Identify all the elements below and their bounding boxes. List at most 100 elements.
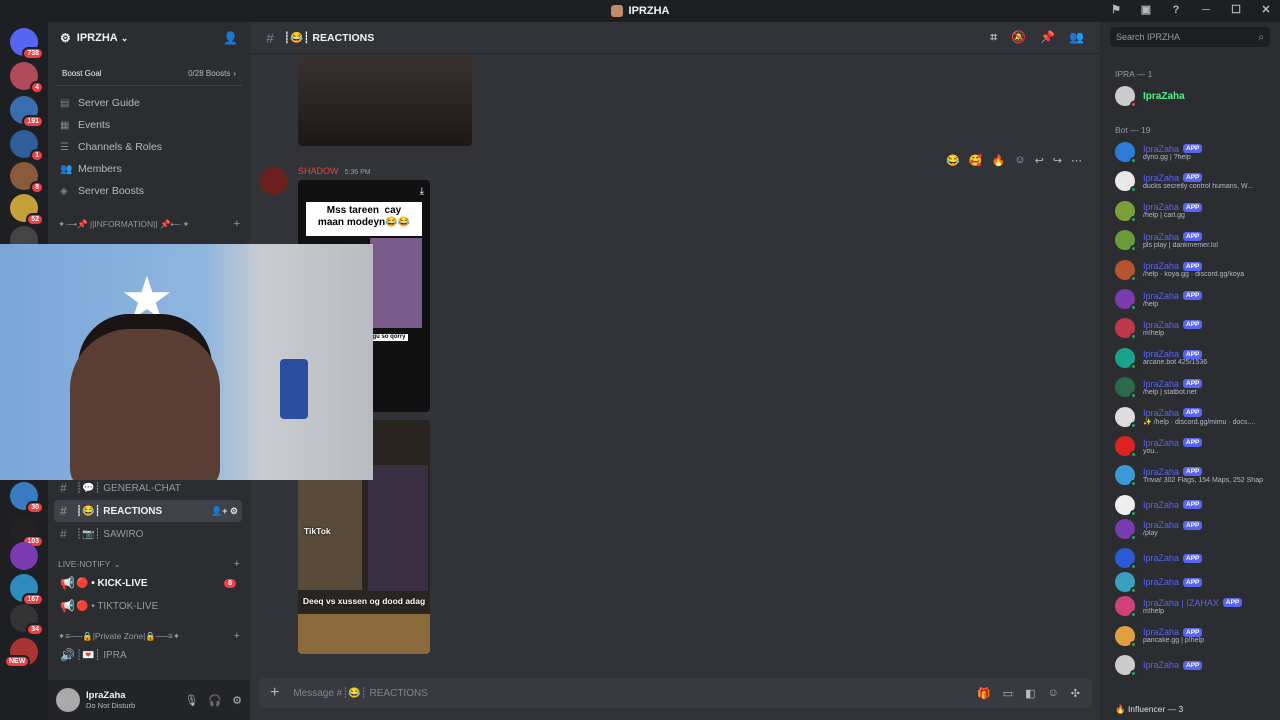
emoji-icon[interactable]: ☺ xyxy=(1048,687,1059,700)
notifications-icon[interactable]: 🔕 xyxy=(1011,30,1026,45)
search-input[interactable]: Search IPRZHA ⌕ xyxy=(1110,27,1270,47)
reaction-fire-icon[interactable]: 🔥 xyxy=(992,154,1006,167)
nav-server-guide[interactable]: ▤ Server Guide xyxy=(48,92,250,114)
headphones-icon[interactable]: 🎧 xyxy=(208,694,222,707)
app-badge: APP xyxy=(1183,202,1203,212)
member-bot[interactable]: IpraZaha APP m!help xyxy=(1115,315,1275,341)
invite-icon[interactable]: 👤+ ⚙ xyxy=(211,506,238,517)
member-bot[interactable]: IpraZaha APP xyxy=(1115,652,1275,678)
channel-label: ┊💌┊ IPRA xyxy=(76,649,127,661)
message-composer[interactable]: + Message #┊😂┊ REACTIONS 🎁 ▭ ◧ ☺ ✣ xyxy=(258,678,1092,708)
channel-reactions[interactable]: # ┊😂┊ REACTIONS 👤+ ⚙ xyxy=(54,500,242,522)
server-icon[interactable] xyxy=(10,542,38,570)
server-icon[interactable]: 103 xyxy=(10,516,44,548)
reaction-laugh-icon[interactable]: 😂 xyxy=(946,154,960,167)
add-channel-icon[interactable]: + xyxy=(234,630,240,642)
member-bot[interactable]: IpraZaha APP xyxy=(1115,492,1275,518)
nav-members[interactable]: 👥 Members xyxy=(48,158,250,180)
member-bot[interactable]: IpraZaha APP xyxy=(1115,569,1275,595)
threads-icon[interactable]: ⌗ xyxy=(990,30,997,45)
member-bot[interactable]: IpraZaha APP/help | statbot.net xyxy=(1115,374,1275,400)
message-author[interactable]: SHADOW xyxy=(298,166,339,176)
pin-icon[interactable]: 📌 xyxy=(1040,30,1055,45)
status-dot xyxy=(1130,670,1137,677)
apps-icon[interactable]: ✣ xyxy=(1071,687,1080,700)
avatar[interactable] xyxy=(260,167,288,195)
member-bot[interactable]: IpraZaha APP dyno.gg | ?help xyxy=(1115,139,1275,165)
nav-events[interactable]: ▦ Events xyxy=(48,114,250,136)
server-icon[interactable]: 1 xyxy=(10,130,44,162)
gear-icon[interactable]: ⚙ xyxy=(232,694,242,707)
add-channel-icon[interactable]: + xyxy=(234,558,240,570)
server-icon xyxy=(610,5,623,17)
message-input[interactable]: Message #┊😂┊ REACTIONS xyxy=(293,688,428,699)
boost-goal[interactable]: Boost Goal 0/28 Boosts › xyxy=(56,62,242,86)
add-reaction-icon[interactable]: ☺ xyxy=(1014,154,1025,167)
add-channel-icon[interactable]: + xyxy=(234,218,240,230)
server-icon[interactable]: 167 xyxy=(10,574,44,606)
speaker-icon: 🔊 xyxy=(60,648,75,662)
server-icon[interactable]: 52 xyxy=(10,194,44,226)
status-dot xyxy=(1130,186,1137,194)
channel-ipra[interactable]: 🔊 ┊💌┊ IPRA xyxy=(54,644,242,666)
member-name-text: IpraZaha xyxy=(1143,407,1180,418)
close-icon[interactable]: ✕ xyxy=(1258,3,1274,16)
channel-sawiro[interactable]: # ┊📷┊ SAWIRO xyxy=(54,523,242,545)
help-icon[interactable]: ? xyxy=(1168,4,1184,16)
member-bot[interactable]: IpraZaha APP/play xyxy=(1115,516,1275,542)
nav-server-boosts[interactable]: ◈ Server Boosts xyxy=(48,180,250,202)
member-name: IpraZaha APP xyxy=(1143,144,1203,154)
member-bot[interactable]: IpraZaha APP ✨ /help · discord.gg/mimu · d… xyxy=(1115,404,1275,430)
channel-tiktok-live[interactable]: 📢 🔴 • TIKTOK-LIVE xyxy=(54,595,242,617)
inbox-icon[interactable]: ⚑ xyxy=(1108,3,1124,16)
category-live-notify[interactable]: LIVE-NOTIFY ⌄ + xyxy=(48,554,250,574)
home-button[interactable]: 738 xyxy=(10,28,44,60)
previous-video-embed[interactable] xyxy=(298,54,472,146)
avatar xyxy=(1115,259,1137,282)
server-icon[interactable]: NEW xyxy=(4,638,38,668)
category-private-zone[interactable]: ✦≡──🔒|Private Zone|🔒──≡✦ + xyxy=(48,626,250,646)
forward-icon[interactable]: ↪ xyxy=(1053,154,1062,167)
invite-people-icon[interactable]: 👤 xyxy=(223,31,238,45)
server-icon[interactable]: 191 xyxy=(10,96,44,128)
member-bot[interactable]: IpraZaha APP ducks secretly control humans… xyxy=(1115,168,1275,194)
nav-channels-roles[interactable]: ☰ Channels & Roles xyxy=(48,136,250,158)
member-bot[interactable]: IpraZaha APP/help · koya.gg · discord.gg/… xyxy=(1115,257,1275,283)
download-icon[interactable]: ⤓ xyxy=(420,186,424,197)
screen-icon[interactable]: ▣ xyxy=(1138,3,1154,16)
member-owner[interactable]: IpraZaha xyxy=(1115,83,1275,109)
reply-icon[interactable]: ↩ xyxy=(1035,154,1044,167)
avatar[interactable] xyxy=(56,688,80,712)
channel-general-chat[interactable]: # ┊💬┊ GENERAL-CHAT xyxy=(54,477,242,499)
maximize-icon[interactable]: ☐ xyxy=(1228,3,1244,16)
minimize-icon[interactable]: ─ xyxy=(1198,4,1214,16)
server-icon[interactable]: 34 xyxy=(10,604,44,636)
gift-icon[interactable]: 🎁 xyxy=(977,687,991,700)
server-icon[interactable]: 8 xyxy=(10,162,44,194)
microphone-icon[interactable]: 🎙 xyxy=(184,694,198,707)
member-bot[interactable]: IpraZaha APP pls play | dankmemer.lol xyxy=(1115,227,1275,253)
more-icon[interactable]: ⋯ xyxy=(1071,154,1082,167)
server-icon[interactable]: 30 xyxy=(10,482,44,514)
member-bot[interactable]: IpraZaha | IZAHAX APP m!help xyxy=(1115,593,1275,619)
member-bot[interactable]: IpraZaha APP xyxy=(1115,545,1275,571)
category-information[interactable]: ✦·─•📌 ||INFORMATION|| 📌•─·✦ + xyxy=(48,214,250,234)
member-bot[interactable]: IpraZaha APP you.. xyxy=(1115,433,1275,459)
add-attachment-icon[interactable]: + xyxy=(270,684,279,702)
sticker-icon[interactable]: ◧ xyxy=(1025,687,1035,700)
member-bot[interactable]: IpraZaha APP pancake.gg | p!help xyxy=(1115,623,1275,649)
guild-header[interactable]: ⚙ IPRZHA ⌄ 👤 xyxy=(48,22,250,54)
member-list-icon[interactable]: 👥 xyxy=(1069,30,1084,45)
hash-icon: # xyxy=(60,481,67,495)
member-bot[interactable]: IpraZaha APP/help | carl.gg xyxy=(1115,198,1275,224)
member-bot[interactable]: IpraZaha APP arcane.bot 425/1536 xyxy=(1115,345,1275,371)
channel-kick-live[interactable]: 📢 🔴 • KICK-LIVE 8 xyxy=(54,572,242,594)
gif-icon[interactable]: ▭ xyxy=(1003,687,1013,700)
member-bot[interactable]: IpraZaha APP Trivia! 302 Flags, 154 Maps, … xyxy=(1115,462,1275,488)
message-actions: 😂 🥰 🔥 ☺ ↩ ↪ ⋯ xyxy=(946,154,1082,167)
reaction-love-icon[interactable]: 🥰 xyxy=(969,154,983,167)
server-icon[interactable]: 4 xyxy=(10,62,44,94)
member-bot[interactable]: IpraZaha APP/help xyxy=(1115,286,1275,312)
status-dot xyxy=(1130,274,1137,282)
member-name-text: IpraZaha xyxy=(1143,437,1180,448)
